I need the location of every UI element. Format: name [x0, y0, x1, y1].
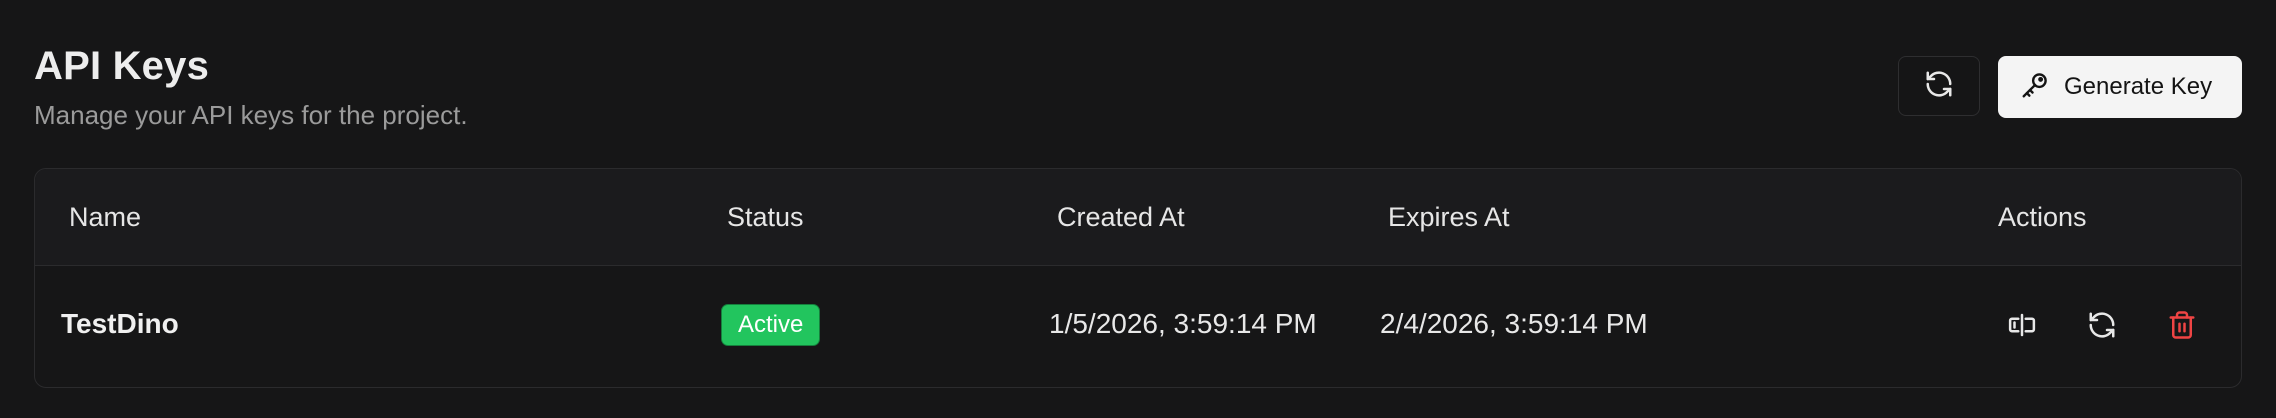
rotate-key-button[interactable] — [2079, 304, 2125, 350]
delete-key-button[interactable] — [2159, 304, 2205, 350]
refresh-button[interactable] — [1898, 56, 1980, 116]
table-header: Name Status Created At Expires At Action… — [35, 169, 2241, 266]
status-badge: Active — [721, 304, 821, 346]
created-at: 1/5/2026, 3:59:14 PM — [1049, 308, 1317, 339]
rotate-key-icon — [2087, 310, 2117, 345]
column-header-name: Name — [69, 202, 142, 232]
page-title: API Keys — [34, 44, 210, 88]
column-header-actions: Actions — [1998, 202, 2087, 232]
toggle-visibility-icon — [2007, 310, 2037, 345]
refresh-icon — [1924, 69, 1954, 104]
table-row: TestDino Active 1/5/2026, 3:59:14 PM 2/4… — [35, 266, 2241, 387]
column-header-expires-at: Expires At — [1388, 202, 1510, 232]
trash-icon — [2167, 310, 2197, 345]
column-header-status: Status — [727, 202, 804, 232]
generate-key-button[interactable]: Generate Key — [1998, 56, 2242, 118]
key-icon — [2020, 70, 2050, 105]
page-header: API Keys Manage your API keys for the pr… — [34, 40, 2242, 140]
expires-at: 2/4/2026, 3:59:14 PM — [1380, 308, 1648, 339]
column-header-created-at: Created At — [1057, 202, 1185, 232]
page-subtitle: Manage your API keys for the project. — [34, 100, 468, 130]
key-name: TestDino — [61, 308, 179, 339]
api-keys-table: Name Status Created At Expires At Action… — [34, 168, 2242, 388]
generate-key-label: Generate Key — [2064, 73, 2213, 100]
toggle-visibility-button[interactable] — [1999, 304, 2045, 350]
